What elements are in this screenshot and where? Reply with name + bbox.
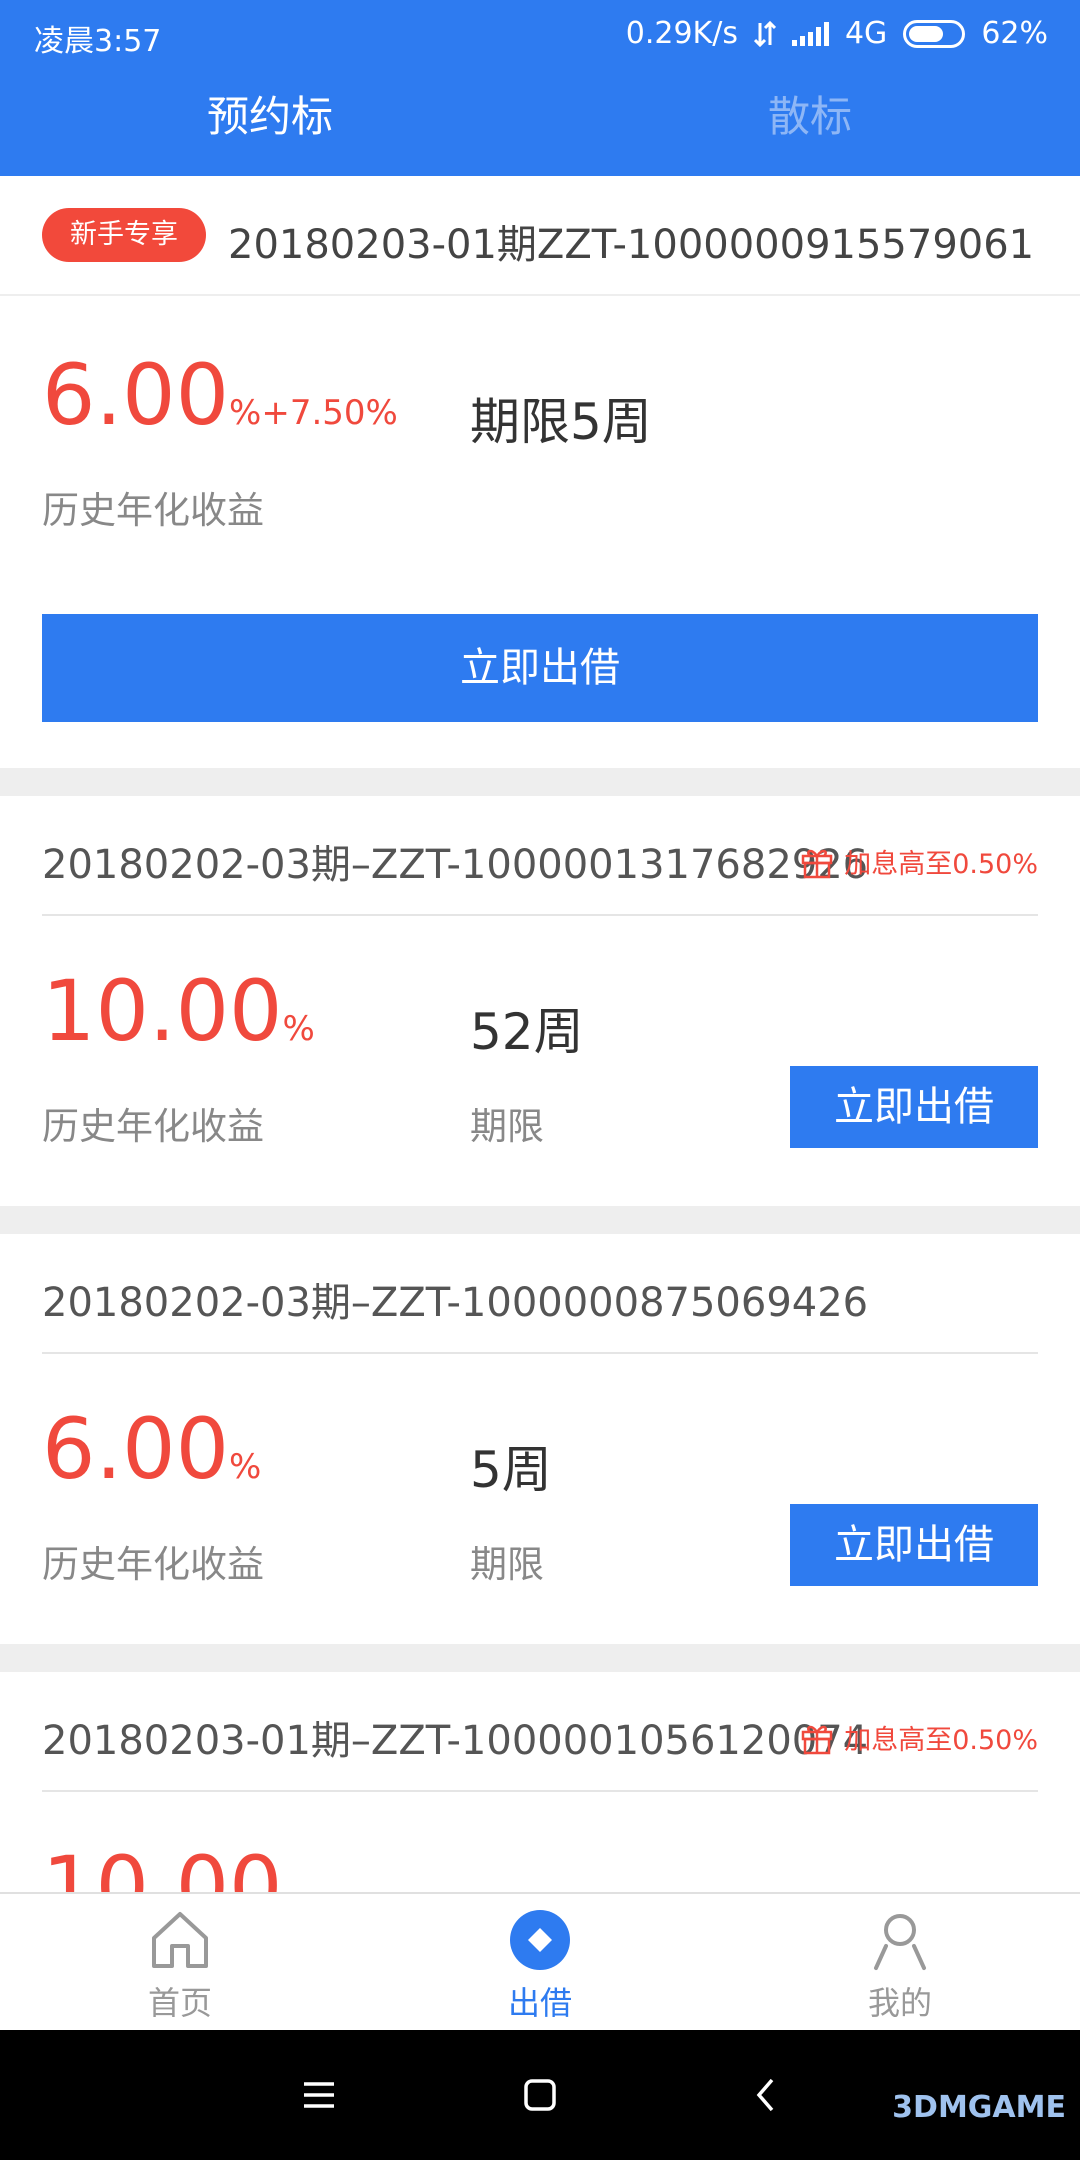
- gift-icon: [801, 849, 833, 878]
- rate-suffix: %: [229, 1447, 262, 1487]
- rate-label: 历史年化收益: [42, 1105, 264, 1148]
- rate-number: 10.00: [42, 962, 283, 1060]
- loan-card[interactable]: 20180203-01期–ZZT-1000001056120074 加息高至0.…: [0, 1672, 1080, 1892]
- battery-icon: [903, 19, 966, 48]
- tab-individual-loans[interactable]: 散标: [540, 78, 1080, 156]
- loan-id: 20180203-01期ZZT-1000000915579061: [228, 222, 1035, 268]
- rate-value: 10.00%: [42, 962, 315, 1060]
- loan-card[interactable]: 20180202-03期–ZZT-1000000875069426 6.00% …: [0, 1234, 1080, 1644]
- network-type: 4G: [844, 16, 888, 51]
- featured-loan-card[interactable]: 新手专享 20180203-01期ZZT-1000000915579061 6.…: [0, 176, 1080, 768]
- featured-card-header: 新手专享 20180203-01期ZZT-1000000915579061: [0, 176, 1080, 296]
- nav-profile[interactable]: 我的: [720, 1894, 1080, 2030]
- loan-id: 20180202-03期–ZZT-1000000875069426: [42, 1280, 869, 1326]
- bonus-text: 加息高至0.50%: [844, 849, 1038, 880]
- back-icon[interactable]: [742, 2070, 792, 2120]
- network-speed: 0.29K/s: [625, 16, 738, 51]
- loan-card-header: 20180202-03期–ZZT-1000001317682926 加息高至0.…: [42, 796, 1038, 916]
- battery-level: 62%: [981, 16, 1048, 51]
- bottom-nav: 首页 出借 我的: [0, 1892, 1080, 2030]
- period-value: 52周: [470, 1003, 584, 1061]
- rate-value: 10.00: [42, 1838, 282, 1892]
- bonus-tag: 加息高至0.50%: [800, 842, 1038, 881]
- divider: [0, 1206, 1080, 1234]
- signal-icon: [791, 21, 829, 46]
- rate-value: 6.00%+7.50%: [42, 346, 398, 444]
- loan-card-header: 20180203-01期–ZZT-1000001056120074 加息高至0.…: [42, 1672, 1038, 1792]
- status-time: 凌晨3:57: [34, 24, 162, 59]
- period-value: 期限5周: [470, 393, 652, 451]
- tab-reserved-loans[interactable]: 预约标: [0, 78, 540, 156]
- rate-label: 历史年化收益: [42, 489, 264, 532]
- newbie-badge: 新手专享: [42, 208, 206, 262]
- loan-id: 20180203-01期–ZZT-1000001056120074: [42, 1718, 869, 1764]
- home-button-icon[interactable]: [515, 2070, 565, 2120]
- lend-now-button[interactable]: 立即出借: [790, 1066, 1038, 1148]
- app-header: 凌晨3:57 0.29K/s 4G 62% 预约标 散标: [0, 0, 1080, 176]
- rate-value: 6.00%: [42, 1400, 261, 1498]
- period-value: 5周: [470, 1441, 552, 1499]
- rate-label: 历史年化收益: [42, 1543, 264, 1586]
- lend-now-button[interactable]: 立即出借: [790, 1504, 1038, 1586]
- loan-card[interactable]: 20180202-03期–ZZT-1000001317682926 加息高至0.…: [0, 796, 1080, 1206]
- nav-profile-label: 我的: [867, 1984, 932, 2022]
- status-indicators: 0.29K/s 4G 62%: [626, 16, 1048, 51]
- loan-id: 20180202-03期–ZZT-1000001317682926: [42, 842, 869, 888]
- home-icon: [152, 1912, 208, 1968]
- status-bar: 凌晨3:57 0.29K/s 4G 62%: [0, 0, 1080, 68]
- lend-now-button[interactable]: 立即出借: [42, 614, 1038, 722]
- tab-bar: 预约标 散标: [0, 78, 1080, 156]
- gift-icon: [801, 1725, 833, 1754]
- period-label: 期限: [470, 1543, 544, 1586]
- menu-icon[interactable]: [294, 2070, 344, 2120]
- lend-icon: [510, 1910, 570, 1970]
- period-label: 期限: [470, 1105, 544, 1148]
- rate-number: 10.00: [42, 1838, 283, 1892]
- data-transfer-icon: [753, 20, 776, 47]
- loan-list[interactable]: 新手专享 20180203-01期ZZT-1000000915579061 6.…: [0, 176, 1080, 1892]
- bonus-tag: 加息高至0.50%: [800, 1718, 1038, 1757]
- nav-lend[interactable]: 出借: [360, 1894, 720, 2030]
- rate-suffix: %+7.50%: [229, 393, 398, 433]
- profile-icon: [874, 1914, 926, 1970]
- rate-number: 6.00: [42, 1400, 230, 1498]
- rate-number: 6.00: [42, 346, 230, 444]
- nav-lend-label: 出借: [507, 1984, 572, 2022]
- divider: [0, 1644, 1080, 1672]
- nav-home[interactable]: 首页: [0, 1894, 360, 2030]
- rate-suffix: %: [282, 1009, 315, 1049]
- loan-card-header: 20180202-03期–ZZT-1000000875069426: [42, 1234, 1038, 1354]
- watermark: 3DMGAME: [892, 2090, 1066, 2125]
- nav-home-label: 首页: [147, 1984, 212, 2022]
- divider: [0, 768, 1080, 796]
- bonus-text: 加息高至0.50%: [844, 1725, 1038, 1756]
